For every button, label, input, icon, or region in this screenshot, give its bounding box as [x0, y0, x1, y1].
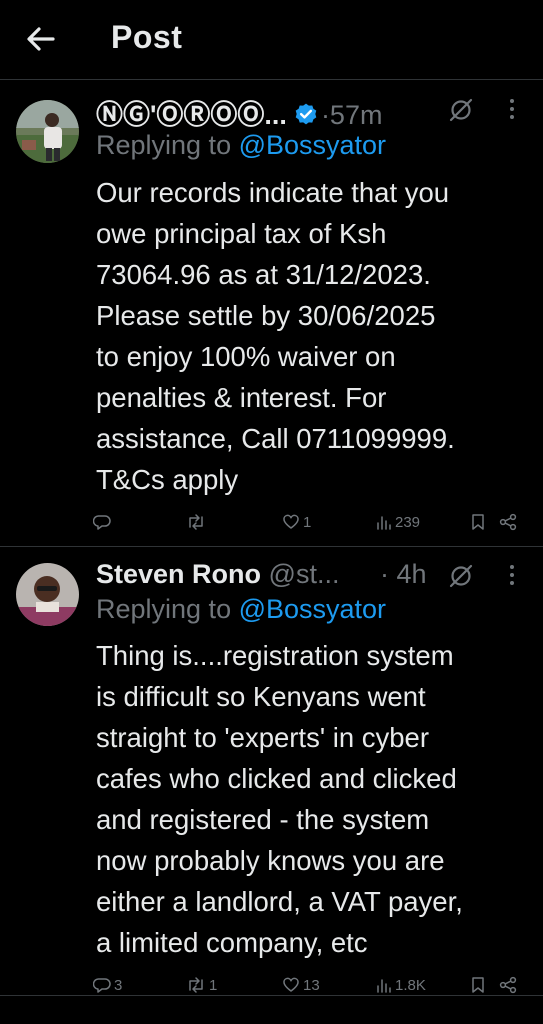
bookmark-button[interactable]	[470, 970, 486, 1000]
heart-icon	[283, 514, 299, 529]
bookmark-icon	[472, 514, 484, 530]
author-name[interactable]: Steven Rono	[96, 559, 261, 589]
like-button[interactable]: 1	[282, 507, 311, 537]
avatar[interactable]	[16, 100, 79, 163]
post-text-line: to enjoy 100% waiver on	[96, 341, 396, 372]
reply-icon	[93, 978, 111, 993]
post-text-line: Thing is....registration system	[96, 640, 454, 671]
post-text-line: Please settle by 30/06/2025	[96, 300, 436, 331]
top-bar: Post	[0, 0, 543, 80]
reply-post[interactable]: ⓃⒼ'ⓄⓇⓄⓄ... ·57m Replying to @Bossyator O…	[0, 81, 543, 547]
post-text-line: owe principal tax of Ksh	[96, 218, 387, 249]
grok-icon[interactable]	[448, 563, 474, 589]
reply-button[interactable]: 3	[93, 970, 122, 1000]
replying-to: Replying to @Bossyator	[96, 130, 386, 161]
post-text-line: now probably knows you are	[96, 845, 445, 876]
heart-icon	[283, 977, 299, 992]
views-icon	[377, 516, 391, 530]
post-text-line: either a landlord, a VAT payer,	[96, 886, 463, 917]
views-icon	[377, 979, 391, 993]
verified-badge-icon	[295, 103, 317, 125]
replying-to-label: Replying to	[96, 594, 239, 624]
like-count: 13	[303, 976, 320, 994]
author-handle[interactable]: @st...	[269, 559, 340, 589]
arrow-left-icon	[27, 27, 55, 51]
post-meta: Steven Rono @st... · 4h	[96, 559, 536, 593]
replying-to-handle[interactable]: @Bossyator	[239, 594, 386, 624]
share-icon	[499, 513, 517, 531]
share-button[interactable]	[499, 970, 517, 1000]
action-bar: 1 239	[0, 507, 543, 537]
reply-post[interactable]: Steven Rono @st... · 4h Replying to @Bos…	[0, 547, 543, 996]
repost-count: 1	[209, 976, 218, 994]
like-count: 1	[303, 513, 312, 531]
post-time: · 4h	[380, 559, 427, 589]
reply-count: 3	[114, 976, 123, 994]
repost-icon	[189, 977, 203, 993]
avatar[interactable]	[16, 563, 79, 626]
views-button[interactable]: 239	[376, 507, 420, 537]
share-icon	[499, 976, 517, 994]
post-text-line: 73064.96 as at 31/12/2023.	[96, 259, 431, 290]
post-text-line: a limited company, etc	[96, 927, 368, 958]
grok-icon[interactable]	[448, 97, 474, 123]
author-name[interactable]: ⓃⒼ'ⓄⓇⓄⓄ...	[96, 100, 287, 130]
post-text-line: is difficult so Kenyans went	[96, 681, 426, 712]
more-icon[interactable]	[502, 95, 522, 123]
bookmark-button[interactable]	[470, 507, 486, 537]
post-text: Our records indicate that you owe princi…	[96, 172, 526, 500]
views-button[interactable]: 1.8K	[376, 970, 426, 1000]
post-text-line: straight to 'experts' in cyber	[96, 722, 430, 753]
post-text-line: and registered - the system	[96, 804, 430, 835]
replying-to-label: Replying to	[96, 130, 239, 160]
like-button[interactable]: 13	[282, 970, 320, 1000]
replying-to: Replying to @Bossyator	[96, 594, 386, 625]
post-text-line: cafes who clicked and clicked	[96, 763, 457, 794]
back-button[interactable]	[24, 22, 58, 56]
repost-button[interactable]: 1	[186, 970, 217, 1000]
post-text-line: T&Cs apply	[96, 464, 239, 495]
post-text-line: Our records indicate that you	[96, 177, 450, 208]
views-count: 1.8K	[395, 976, 426, 994]
post-text-line: assistance, Call 0711099999.	[96, 423, 455, 454]
repost-icon	[189, 514, 203, 530]
page-title: Post	[111, 19, 183, 55]
post-text-line: penalties & interest. For	[96, 382, 387, 413]
reply-icon	[93, 515, 111, 530]
action-bar: 3 1 13 1.8K	[0, 970, 543, 1000]
repost-button[interactable]	[186, 507, 209, 537]
bookmark-icon	[472, 977, 484, 993]
post-time: ·57m	[320, 100, 383, 130]
reply-button[interactable]	[93, 507, 114, 537]
post-text: Thing is....registration system is diffi…	[96, 635, 526, 963]
share-button[interactable]	[499, 507, 517, 537]
views-count: 239	[395, 513, 421, 531]
more-icon[interactable]	[502, 561, 522, 589]
post-meta: ⓃⒼ'ⓄⓇⓄⓄ... ·57m	[96, 93, 536, 130]
replying-to-handle[interactable]: @Bossyator	[239, 130, 386, 160]
